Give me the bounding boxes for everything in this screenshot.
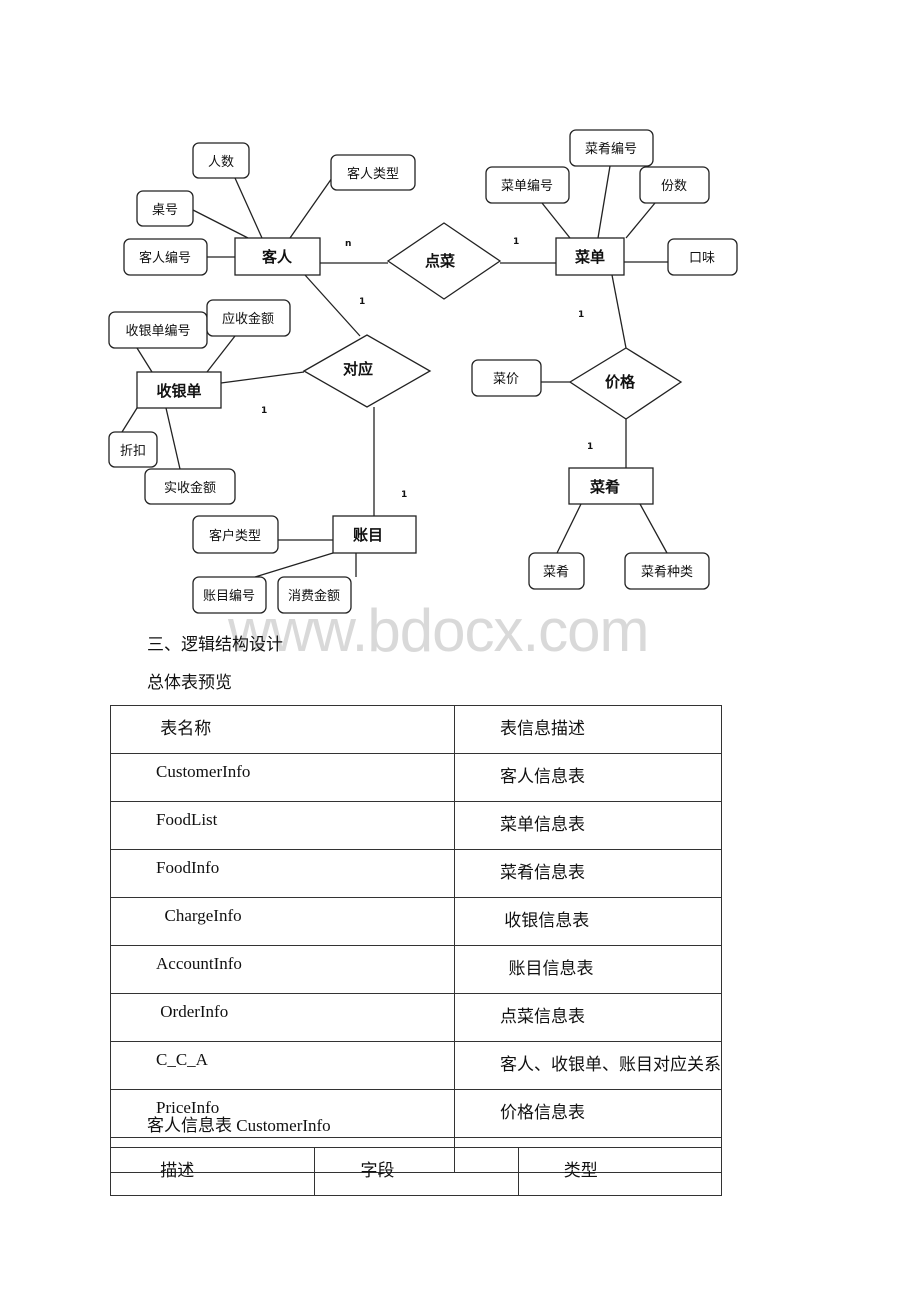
svg-text:菜肴: 菜肴 <box>543 565 569 580</box>
entity-customer: 客人 <box>234 237 321 276</box>
svg-text:客人: 客人 <box>261 248 293 266</box>
svg-text:折扣: 折扣 <box>120 444 146 459</box>
table-cell: FoodList <box>110 801 455 850</box>
attr-customer-type: 客人类型 <box>330 154 416 191</box>
table-cell: 客人信息表 <box>454 753 722 802</box>
attr-received: 实收金额 <box>144 468 236 505</box>
entity-dish: 菜肴 <box>568 467 654 505</box>
svg-text:对应: 对应 <box>343 360 373 378</box>
svg-text:菜价: 菜价 <box>493 372 519 387</box>
customer-info-table: 描述 字段 类型 <box>109 1147 723 1196</box>
svg-text:账目: 账目 <box>353 526 383 544</box>
section-heading: 三、逻辑结构设计 <box>147 635 283 654</box>
attr-people-count: 人数 <box>192 142 250 179</box>
table-cell: 菜肴信息表 <box>454 849 722 898</box>
overview-label: 总体表预览 <box>147 673 232 692</box>
svg-text:客人编号: 客人编号 <box>139 250 191 266</box>
table-header-row: 描述 字段 类型 <box>109 1147 723 1196</box>
svg-text:口味: 口味 <box>689 251 715 266</box>
overview-table: 表名称 表信息描述 CustomerInfo 客人信息表 FoodList 菜单信息表… <box>110 705 722 1173</box>
table-cell: 价格信息表 <box>454 1089 722 1138</box>
cardinality-label: 1 <box>578 310 584 320</box>
svg-text:收银单编号: 收银单编号 <box>125 324 190 339</box>
attr-table-no: 桌号 <box>136 190 194 227</box>
attr-discount: 折扣 <box>108 431 158 468</box>
table-row: ChargeInfo 收银信息表 <box>110 897 722 946</box>
attr-dish-id: 菜肴编号 <box>569 129 654 167</box>
table-cell: 账目信息表 <box>454 945 722 994</box>
cardinality-label: 1 <box>587 442 593 452</box>
table-cell: 菜单信息表 <box>454 801 722 850</box>
svg-text:菜肴种类: 菜肴种类 <box>641 565 693 580</box>
entity-account: 账目 <box>332 515 417 554</box>
table-row: C_C_A 客人、收银单、账目对应关系 <box>110 1041 722 1090</box>
header-table-desc: 表信息描述 <box>454 705 722 754</box>
cardinality-label: 1 <box>401 490 407 500</box>
attr-portions: 份数 <box>639 166 710 204</box>
svg-text:客户类型: 客户类型 <box>209 528 261 544</box>
relationship-price: 价格 <box>568 347 683 420</box>
attr-client-type: 客户类型 <box>192 515 279 554</box>
relationship-correspond: 对应 <box>302 334 432 408</box>
table-cell: 客人、收银单、账目对应关系 <box>454 1041 722 1090</box>
svg-text:收银单: 收银单 <box>156 382 201 400</box>
attr-receivable: 应收金额 <box>206 299 291 337</box>
table-cell: FoodInfo <box>110 849 455 898</box>
svg-text:菜单: 菜单 <box>574 248 605 266</box>
cardinality-label: 1 <box>359 297 365 307</box>
attr-dish-price: 菜价 <box>471 359 542 397</box>
attr-dish-name: 菜肴 <box>528 552 585 590</box>
header-description: 描述 <box>109 1147 316 1196</box>
table-cell: 收银信息表 <box>454 897 722 946</box>
header-table-name: 表名称 <box>110 705 455 754</box>
svg-text:菜单编号: 菜单编号 <box>501 179 553 194</box>
svg-text:菜肴编号: 菜肴编号 <box>585 142 637 157</box>
attr-customer-id: 客人编号 <box>123 238 208 276</box>
table-cell: ChargeInfo <box>110 897 455 946</box>
svg-text:菜肴: 菜肴 <box>589 478 620 496</box>
svg-text:桌号: 桌号 <box>152 203 178 218</box>
entity-menu: 菜单 <box>555 237 625 276</box>
er-diagram: 客人 菜单 收银单 菜肴 账目 点菜 对应 价格 人数 客人类型 桌号 客人编号… <box>108 129 738 614</box>
table-row: CustomerInfo 客人信息表 <box>110 753 722 802</box>
cardinality-label: n <box>345 239 351 249</box>
table-header-row: 表名称 表信息描述 <box>110 705 722 754</box>
attr-menu-id: 菜单编号 <box>485 166 570 204</box>
svg-text:客人类型: 客人类型 <box>347 166 399 182</box>
table-cell: CustomerInfo <box>110 753 455 802</box>
header-field: 字段 <box>314 1147 519 1196</box>
table-cell: C_C_A <box>110 1041 455 1090</box>
table-cell: 点菜信息表 <box>454 993 722 1042</box>
svg-text:应收金额: 应收金额 <box>222 311 274 327</box>
header-type: 类型 <box>517 1147 723 1196</box>
cardinality-label: 1 <box>261 406 267 416</box>
cardinality-label: 1 <box>513 237 519 247</box>
svg-text:人数: 人数 <box>208 155 234 170</box>
table-cell: AccountInfo <box>110 945 455 994</box>
attr-taste: 口味 <box>667 238 738 276</box>
relationship-order: 点菜 <box>386 222 502 300</box>
table-row: OrderInfo 点菜信息表 <box>110 993 722 1042</box>
customer-table-label: 客人信息表 CustomerInfo <box>147 1116 331 1135</box>
svg-text:点菜: 点菜 <box>425 252 455 270</box>
svg-text:份数: 份数 <box>661 179 687 194</box>
attr-cashier-id: 收银单编号 <box>108 311 208 349</box>
table-row: FoodInfo 菜肴信息表 <box>110 849 722 898</box>
entity-cashier: 收银单 <box>136 371 222 409</box>
table-row: AccountInfo 账目信息表 <box>110 945 722 994</box>
attr-dish-category: 菜肴种类 <box>624 552 710 590</box>
svg-text:价格: 价格 <box>605 373 636 391</box>
table-cell: OrderInfo <box>110 993 455 1042</box>
watermark: www.bdocx.com <box>228 597 649 664</box>
svg-text:实收金额: 实收金额 <box>164 480 216 496</box>
table-row: FoodList 菜单信息表 <box>110 801 722 850</box>
